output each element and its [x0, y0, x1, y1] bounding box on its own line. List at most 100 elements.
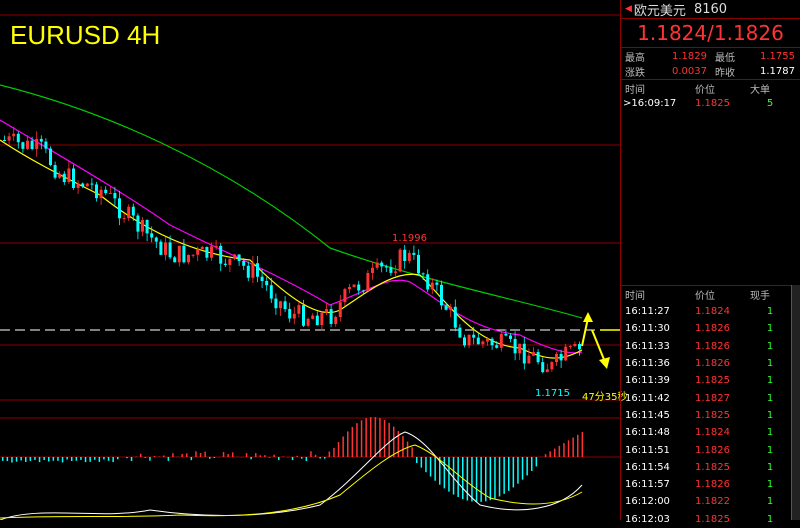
symbol-name: 欧元美元	[634, 0, 686, 19]
macd-bar	[71, 457, 73, 461]
macd-bar	[191, 457, 193, 460]
big-trade-volume: 5	[750, 98, 790, 109]
candle-body	[426, 274, 429, 289]
tick-row[interactable]: 16:11:541.18251	[621, 459, 800, 476]
macd-bar	[172, 453, 174, 457]
macd-bar	[365, 418, 367, 457]
candle-body	[44, 142, 47, 149]
macd-bar	[154, 456, 156, 457]
tick-row[interactable]: 16:11:571.18261	[621, 476, 800, 493]
candle-body	[578, 344, 581, 349]
macd-bar	[292, 457, 294, 460]
candle-body	[297, 305, 300, 314]
macd-bar	[273, 455, 275, 457]
candle-body	[238, 254, 241, 261]
macd-bar	[499, 457, 501, 496]
big-trades-header-price: 价位	[695, 81, 750, 96]
candle-body	[109, 193, 112, 194]
candle-body	[233, 254, 236, 258]
tick-price: 1.1824	[695, 306, 755, 317]
macd-bar	[204, 452, 206, 457]
tick-volume: 1	[755, 514, 785, 525]
candle-body	[348, 287, 351, 289]
macd-bar	[554, 449, 556, 457]
tick-volume: 1	[755, 341, 785, 352]
ticks-section: 时间 价位 现手 16:11:271.1824116:11:301.182611…	[621, 285, 800, 528]
tick-time: 16:11:36	[625, 358, 695, 369]
tick-time: 16:11:42	[625, 393, 695, 404]
macd-bar	[494, 457, 496, 499]
tick-time: 16:11:39	[625, 375, 695, 386]
tick-volume: 1	[755, 306, 785, 317]
candle-body	[12, 134, 15, 136]
candle-body	[54, 165, 57, 178]
candle-body	[417, 255, 420, 273]
tick-row[interactable]: 16:11:451.18251	[621, 407, 800, 424]
macd-bar	[457, 457, 459, 497]
candle-body	[31, 141, 34, 149]
candle-body	[371, 268, 374, 273]
candle-body	[307, 319, 310, 326]
big-trades-header-time: 时间	[625, 81, 695, 96]
macd-histogram	[2, 417, 583, 502]
candle-body	[141, 220, 144, 232]
candle-body	[192, 255, 195, 256]
tick-row[interactable]: 16:11:301.18261	[621, 320, 800, 337]
candle-body	[330, 309, 333, 324]
macd-bar	[375, 417, 377, 457]
candle-body	[500, 334, 503, 348]
tick-time: 16:11:30	[625, 323, 695, 334]
tick-row[interactable]: 16:11:511.18261	[621, 441, 800, 458]
macd-bar	[296, 456, 298, 457]
candle-body	[261, 277, 264, 281]
macd-bar	[448, 457, 450, 492]
tick-row[interactable]: 16:12:001.18221	[621, 493, 800, 510]
macd-bar	[559, 446, 561, 457]
candle-body	[431, 283, 434, 290]
macd-bar	[145, 457, 147, 458]
change-prev-row: 涨跌 0.0037 昨收 1.1787	[621, 64, 800, 80]
candle-body	[182, 246, 185, 262]
tick-row[interactable]: 16:11:271.18241	[621, 303, 800, 320]
tick-row[interactable]: 16:11:421.18271	[621, 389, 800, 406]
macd-bar	[503, 457, 505, 494]
tick-price: 1.1826	[695, 323, 755, 334]
macd-bar	[186, 453, 188, 457]
candle-body	[311, 316, 314, 319]
tick-price: 1.1824	[695, 427, 755, 438]
ticks-scrollbar[interactable]	[791, 285, 800, 520]
tick-time: 16:12:00	[625, 496, 695, 507]
macd-bar	[20, 457, 22, 460]
macd-bar	[16, 457, 17, 462]
candle-body	[468, 335, 471, 346]
macd-bar	[163, 456, 165, 457]
candle-body	[95, 184, 98, 198]
tick-row[interactable]: 16:12:031.18251	[621, 511, 800, 528]
tick-list[interactable]: 16:11:271.1824116:11:301.1826116:11:331.…	[621, 303, 800, 528]
macd-bar	[181, 454, 183, 457]
macd-bar	[471, 457, 473, 501]
ticks-header-volume: 现手	[750, 287, 790, 302]
macd-bar	[112, 457, 114, 462]
tick-row[interactable]: 16:11:331.18261	[621, 338, 800, 355]
collapse-arrow-icon[interactable]: ◀	[625, 4, 632, 14]
macd-bar	[453, 457, 455, 495]
tick-row[interactable]: 16:11:391.18251	[621, 372, 800, 389]
tick-price: 1.1825	[695, 462, 755, 473]
tick-time: 16:11:57	[625, 479, 695, 490]
symbol-header: ◀ 欧元美元 8160	[621, 0, 800, 18]
macd-bar	[416, 457, 418, 463]
big-trade-row[interactable]: >16:09:17 1.1825 5	[621, 96, 800, 110]
candle-body	[366, 273, 369, 291]
tick-row[interactable]: 16:11:361.18261	[621, 355, 800, 372]
macd-bar	[34, 457, 36, 460]
candle-body	[408, 253, 411, 261]
macd-bar	[393, 427, 395, 457]
candle-body	[132, 207, 135, 216]
tick-row[interactable]: 16:11:481.18241	[621, 424, 800, 441]
price-chart[interactable]	[0, 0, 620, 520]
candle-body	[339, 302, 342, 317]
candle-body	[486, 339, 489, 342]
candle-body	[150, 233, 153, 237]
candle-body	[196, 249, 199, 255]
